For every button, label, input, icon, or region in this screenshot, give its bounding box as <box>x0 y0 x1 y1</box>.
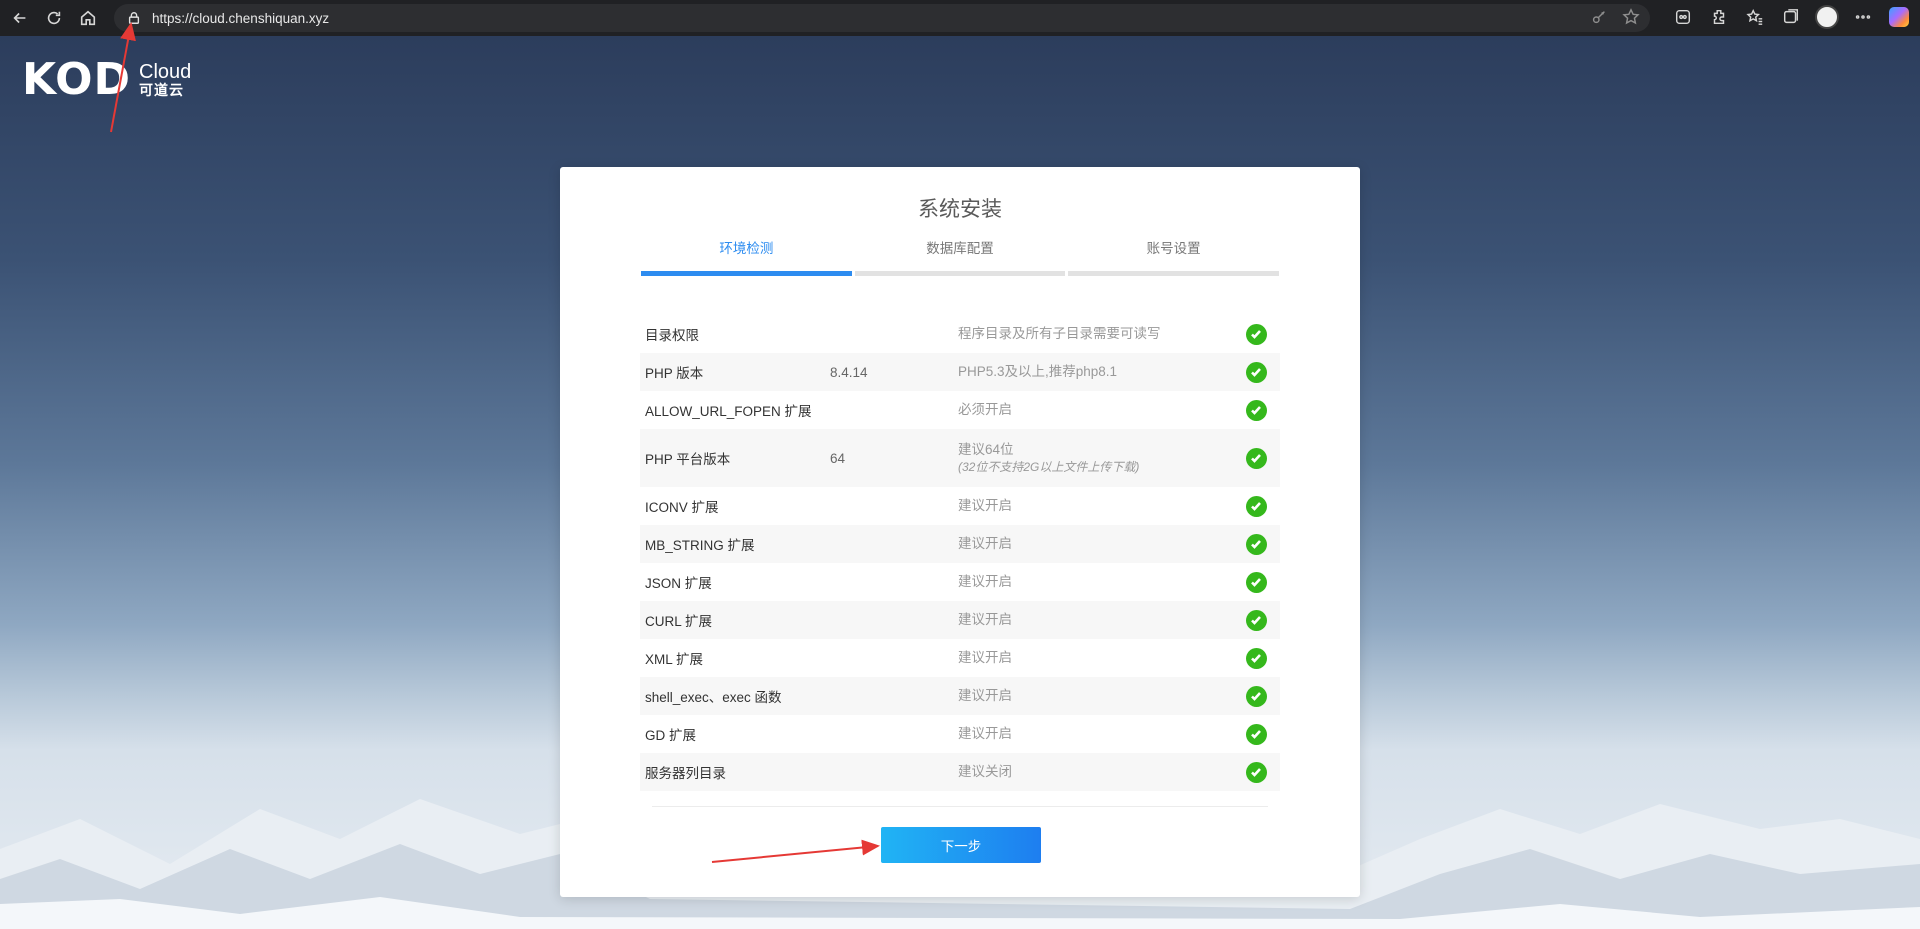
check-name: CURL 扩展 <box>645 614 713 629</box>
check-desc: 建议64位 (32位不支持2G以上文件上传下载) <box>958 440 1232 477</box>
address-bar[interactable]: https://cloud.chenshiquan.xyz <box>114 4 1650 32</box>
back-button[interactable] <box>6 4 34 32</box>
check-desc: 建议开启 <box>958 650 1012 666</box>
check-ok-icon <box>1245 323 1267 345</box>
back-arrow-icon <box>13 12 26 24</box>
logo-brand: Cloud <box>139 61 192 84</box>
table-row: PHP 版本 8.4.14 PHP5.3及以上,推荐php8.1 <box>640 353 1280 391</box>
check-desc: 建议开启 <box>958 498 1012 514</box>
check-ok-icon <box>1245 761 1267 783</box>
check-name: JSON 扩展 <box>645 576 712 591</box>
table-row: CURL 扩展 建议开启 <box>640 601 1280 639</box>
table-row: XML 扩展 建议开启 <box>640 639 1280 677</box>
check-desc: 建议开启 <box>958 688 1012 704</box>
check-name: PHP 平台版本 <box>645 452 731 467</box>
check-ok-icon <box>1245 447 1267 469</box>
check-desc: PHP5.3及以上,推荐php8.1 <box>958 364 1118 380</box>
table-row: ALLOW_URL_FOPEN 扩展 必须开启 <box>640 391 1280 429</box>
table-row: JSON 扩展 建议开启 <box>640 563 1280 601</box>
check-name: XML 扩展 <box>645 652 704 667</box>
table-row: 服务器列目录 建议关闭 <box>640 753 1280 791</box>
check-desc: 建议开启 <box>958 726 1012 742</box>
favorite-star-icon[interactable] <box>1622 8 1640 26</box>
browser-toolbar: https://cloud.chenshiquan.xyz <box>0 0 1920 36</box>
refresh-icon <box>47 11 61 25</box>
key-icon[interactable] <box>1590 8 1608 26</box>
favorites-button[interactable] <box>1742 4 1768 30</box>
divider <box>652 806 1268 807</box>
check-value: 8.4.14 <box>830 364 868 380</box>
extension-app-button[interactable] <box>1670 4 1696 30</box>
table-row: 目录权限 程序目录及所有子目录需要可读写 <box>640 315 1280 353</box>
check-ok-icon <box>1245 609 1267 631</box>
logo-mark: KOD <box>22 54 132 105</box>
step-account-setup[interactable]: 账号设置 <box>1068 237 1280 276</box>
home-button[interactable] <box>74 4 102 32</box>
lock-icon[interactable] <box>126 10 142 26</box>
avatar <box>1815 5 1839 29</box>
check-ok-icon <box>1245 571 1267 593</box>
check-ok-icon <box>1245 533 1267 555</box>
check-name: shell_exec、exec 函数 <box>645 690 782 705</box>
url-text[interactable]: https://cloud.chenshiquan.xyz <box>152 11 329 26</box>
next-step-button[interactable]: 下一步 <box>881 827 1041 863</box>
puzzle-icon <box>1713 9 1725 25</box>
check-desc: 必须开启 <box>958 402 1012 418</box>
check-name: 服务器列目录 <box>645 766 726 781</box>
app-face-icon <box>1675 9 1691 25</box>
check-name: MB_STRING 扩展 <box>645 538 755 553</box>
collections-button[interactable] <box>1778 4 1804 30</box>
check-desc: 程序目录及所有子目录需要可读写 <box>958 326 1161 342</box>
check-note: (32位不支持2G以上文件上传下载) <box>958 460 1140 475</box>
check-name: PHP 版本 <box>645 366 704 381</box>
logo-text: Cloud 可道云 <box>139 62 191 98</box>
install-card: 系统安装 环境检测 数据库配置 账号设置 目录权限 程序目录及所有子目录需要可读… <box>560 167 1360 897</box>
step-database-config[interactable]: 数据库配置 <box>854 237 1066 276</box>
more-menu-button[interactable] <box>1850 4 1876 30</box>
step-env-check[interactable]: 环境检测 <box>641 237 852 276</box>
table-row: GD 扩展 建议开启 <box>640 715 1280 753</box>
check-ok-icon <box>1245 647 1267 669</box>
profile-button[interactable] <box>1814 4 1840 30</box>
refresh-button[interactable] <box>40 4 68 32</box>
table-row: shell_exec、exec 函数 建议开启 <box>640 677 1280 715</box>
table-row: PHP 平台版本 64 建议64位 (32位不支持2G以上文件上传下载) <box>640 429 1280 487</box>
check-value: 64 <box>830 450 846 466</box>
check-ok-icon <box>1245 495 1267 517</box>
check-desc-text: 建议64位 <box>958 441 1014 457</box>
check-name: GD 扩展 <box>645 728 697 743</box>
check-desc: 建议开启 <box>958 574 1012 590</box>
env-check-table: 目录权限 程序目录及所有子目录需要可读写 PHP 版本 8.4.14 PHP5.… <box>640 315 1280 791</box>
check-name: ICONV 扩展 <box>645 500 719 515</box>
collections-icon <box>1783 9 1799 24</box>
kodcloud-logo[interactable]: KOD Cloud 可道云 <box>22 58 191 102</box>
install-title: 系统安装 <box>918 198 1002 221</box>
install-steps: 环境检测 数据库配置 账号设置 <box>641 237 1280 276</box>
logo-brand-cn: 可道云 <box>139 82 185 99</box>
home-icon <box>80 10 96 26</box>
check-ok-icon <box>1245 399 1267 421</box>
ellipsis-icon <box>1855 15 1871 19</box>
check-name: 目录权限 <box>645 328 699 343</box>
check-desc: 建议开启 <box>958 612 1012 628</box>
check-ok-icon <box>1245 685 1267 707</box>
check-name: ALLOW_URL_FOPEN 扩展 <box>645 404 812 419</box>
table-row: ICONV 扩展 建议开启 <box>640 487 1280 525</box>
copilot-button[interactable] <box>1886 4 1912 30</box>
extensions-button[interactable] <box>1706 4 1732 30</box>
check-desc: 建议关闭 <box>958 764 1012 780</box>
table-row: MB_STRING 扩展 建议开启 <box>640 525 1280 563</box>
copilot-icon <box>1889 7 1909 27</box>
check-ok-icon <box>1245 723 1267 745</box>
check-ok-icon <box>1245 361 1267 383</box>
favorites-list-icon <box>1746 9 1763 25</box>
check-desc: 建议开启 <box>958 536 1012 552</box>
